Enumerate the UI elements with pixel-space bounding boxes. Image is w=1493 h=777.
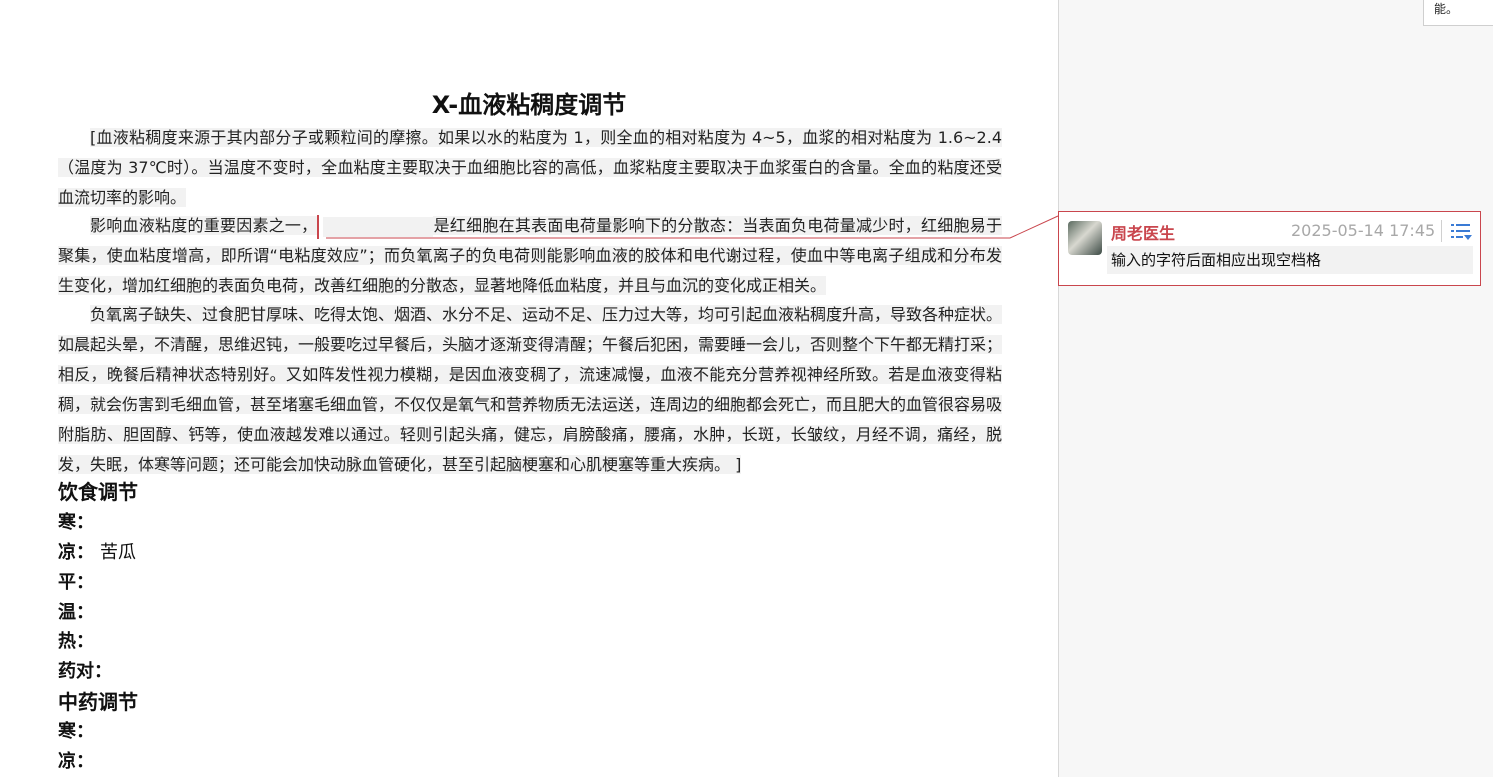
- section-heading-diet: 饮食调节: [58, 480, 138, 504]
- diet-row-warm[interactable]: 温：: [58, 599, 100, 627]
- row-label: 热：: [58, 631, 94, 652]
- paragraph-3-text: 负氧离子缺失、过食肥甘厚味、吃得太饱、烟酒、水分不足、运动不足、压力过大等，均可…: [58, 305, 1003, 474]
- diet-row-cold[interactable]: 寒：: [58, 509, 100, 537]
- row-label: 平：: [58, 572, 94, 593]
- comment-text[interactable]: 输入的字符后面相应出现空档格: [1107, 246, 1473, 274]
- row-label: 寒：: [58, 512, 94, 533]
- tcm-row-cool[interactable]: 凉：: [58, 748, 100, 776]
- diet-row-cool[interactable]: 凉： 苦瓜: [58, 539, 136, 567]
- paragraph-3[interactable]: 负氧离子缺失、过食肥甘厚味、吃得太饱、烟酒、水分不足、运动不足、压力过大等，均可…: [58, 300, 1003, 480]
- section-heading-tcm: 中药调节: [58, 690, 138, 714]
- avatar: [1068, 221, 1102, 255]
- text-cursor: [317, 214, 320, 239]
- menu-icon[interactable]: [1448, 220, 1474, 244]
- row-value: 苦瓜: [100, 542, 136, 563]
- divider: [1441, 220, 1442, 242]
- row-label: 药对：: [58, 661, 112, 682]
- row-label: 凉：: [58, 542, 94, 563]
- paragraph-2[interactable]: 影响血液粘度的重要因素之一， 是红细胞在其表面电荷量影响下的分散态：当表面负电荷量…: [58, 211, 1002, 301]
- comment-timestamp: 2025-05-14 17:45: [1291, 221, 1436, 240]
- menu-icon: [1451, 224, 1472, 240]
- paragraph-1-text: [血液粘稠度来源于其内部分子或颗粒间的摩擦。如果以水的粘度为 1，则全血的相对粘…: [58, 128, 1002, 207]
- diet-row-herb-pair[interactable]: 药对：: [58, 658, 118, 686]
- paragraph-1[interactable]: [血液粘稠度来源于其内部分子或颗粒间的摩擦。如果以水的粘度为 1，则全血的相对粘…: [58, 123, 1002, 213]
- row-label: 温：: [58, 602, 94, 623]
- comment-card[interactable]: 周老医生 2025-05-14 17:45 输入的字符后面相应出现空档格: [1058, 211, 1481, 286]
- diet-row-hot[interactable]: 热：: [58, 628, 100, 656]
- document-page[interactable]: X-血液粘稠度调节 [血液粘稠度来源于其内部分子或颗粒间的摩擦。如果以水的粘度为…: [0, 0, 1058, 777]
- comment-pane: 能。: [1058, 0, 1493, 777]
- tcm-row-cold[interactable]: 寒：: [58, 718, 100, 746]
- comment-author: 周老医生: [1111, 224, 1176, 243]
- page-title: X-血液粘稠度调节: [431, 91, 627, 119]
- paragraph-2-text-before: 影响血液粘度的重要因素之一，: [90, 216, 318, 235]
- diet-row-neutral[interactable]: 平：: [58, 569, 100, 597]
- row-label: 寒：: [58, 721, 94, 742]
- row-label: 凉：: [58, 751, 94, 772]
- blank-gap: [323, 216, 434, 237]
- tooltip-fragment: 能。: [1423, 0, 1493, 26]
